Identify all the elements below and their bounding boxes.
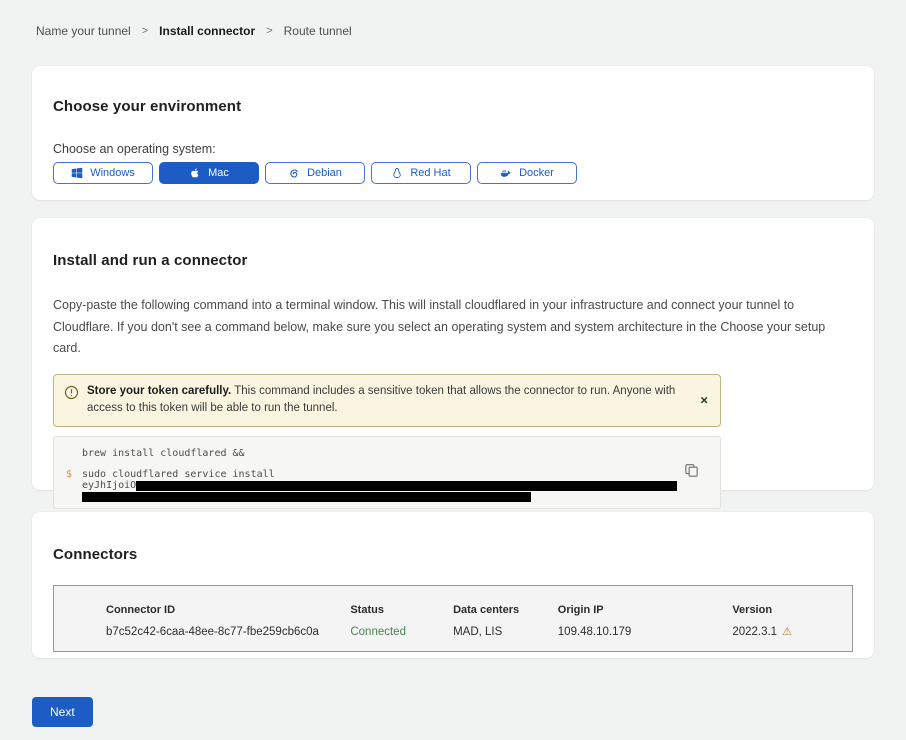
redhat-logo-icon (391, 167, 403, 179)
token-prefix: eyJhIjoiO (82, 480, 136, 491)
install-connector-card: Install and run a connector Copy-paste t… (32, 218, 874, 490)
cell-version: 2022.3.1 ⚠ (732, 626, 852, 638)
apple-logo-icon (189, 167, 201, 179)
terminal-prompt: $ (66, 469, 72, 480)
breadcrumb: Name your tunnel > Install connector > R… (0, 0, 906, 38)
os-button-label: Red Hat (410, 167, 450, 179)
copy-icon[interactable] (684, 463, 699, 478)
windows-logo-icon (71, 167, 83, 179)
os-button-label: Docker (519, 167, 554, 179)
connectors-card: Connectors Connector ID b7c52c42-6caa-48… (32, 512, 874, 658)
header-connector-id: Connector ID (106, 604, 350, 616)
cell-origin-ip: 109.48.10.179 (558, 626, 733, 638)
column-connector-id: Connector ID b7c52c42-6caa-48ee-8c77-fbe… (106, 604, 350, 651)
connectors-card-title: Connectors (53, 546, 853, 563)
os-button-redhat[interactable]: Red Hat (371, 162, 471, 184)
token-line-continued (82, 491, 696, 502)
close-icon[interactable]: × (700, 394, 708, 407)
docker-logo-icon (500, 167, 512, 179)
os-button-debian[interactable]: Debian (265, 162, 365, 184)
debian-logo-icon (288, 167, 300, 179)
version-value: 2022.3.1 (732, 626, 777, 638)
breadcrumb-separator: > (266, 25, 272, 37)
breadcrumb-name-your-tunnel[interactable]: Name your tunnel (36, 24, 131, 38)
next-button[interactable]: Next (32, 697, 93, 727)
os-button-group: Windows Mac Debian Red Hat (53, 162, 853, 184)
connectors-table: Connector ID b7c52c42-6caa-48ee-8c77-fbe… (53, 585, 853, 652)
column-data-centers: Data centers MAD, LIS (453, 604, 558, 651)
status-badge: Connected (350, 626, 453, 638)
column-version: Version 2022.3.1 ⚠ (732, 604, 852, 651)
environment-card-title: Choose your environment (53, 98, 853, 115)
os-button-mac[interactable]: Mac (159, 162, 259, 184)
redacted-token-bar (136, 481, 677, 491)
cell-connector-id: b7c52c42-6caa-48ee-8c77-fbe259cb6c0a (106, 626, 350, 638)
breadcrumb-install-connector[interactable]: Install connector (159, 24, 255, 38)
header-version: Version (732, 604, 852, 616)
column-origin-ip: Origin IP 109.48.10.179 (558, 604, 733, 651)
os-select-label: Choose an operating system: (53, 142, 853, 156)
breadcrumb-separator: > (142, 25, 148, 37)
command-line-1: brew install cloudflared && (82, 448, 696, 459)
redacted-token-bar (82, 492, 531, 502)
cell-data-centers: MAD, LIS (453, 626, 558, 638)
header-status: Status (350, 604, 453, 616)
alert-circle-icon (64, 385, 79, 419)
tunnel-setup-page: Name your tunnel > Install connector > R… (0, 0, 906, 740)
header-origin-ip: Origin IP (558, 604, 733, 616)
command-line-2: sudo cloudflared service install (82, 469, 696, 480)
os-button-label: Mac (208, 167, 229, 179)
os-button-label: Debian (307, 167, 342, 179)
column-status: Status Connected (350, 604, 453, 651)
token-warning-text: Store your token carefully. This command… (87, 383, 676, 419)
os-button-label: Windows (90, 167, 135, 179)
environment-card: Choose your environment Choose an operat… (32, 66, 874, 200)
install-card-title: Install and run a connector (53, 252, 853, 269)
version-warning-icon[interactable]: ⚠ (782, 627, 792, 638)
os-button-docker[interactable]: Docker (477, 162, 577, 184)
header-data-centers: Data centers (453, 604, 558, 616)
install-command-code-block: $ brew install cloudflared && sudo cloud… (53, 436, 721, 509)
os-button-windows[interactable]: Windows (53, 162, 153, 184)
token-line: eyJhIjoiO (82, 480, 696, 491)
token-warning-title: Store your token carefully. (87, 385, 231, 397)
breadcrumb-route-tunnel[interactable]: Route tunnel (284, 24, 352, 38)
token-warning-banner: Store your token carefully. This command… (53, 374, 721, 428)
install-description: Copy-paste the following command into a … (53, 295, 850, 360)
